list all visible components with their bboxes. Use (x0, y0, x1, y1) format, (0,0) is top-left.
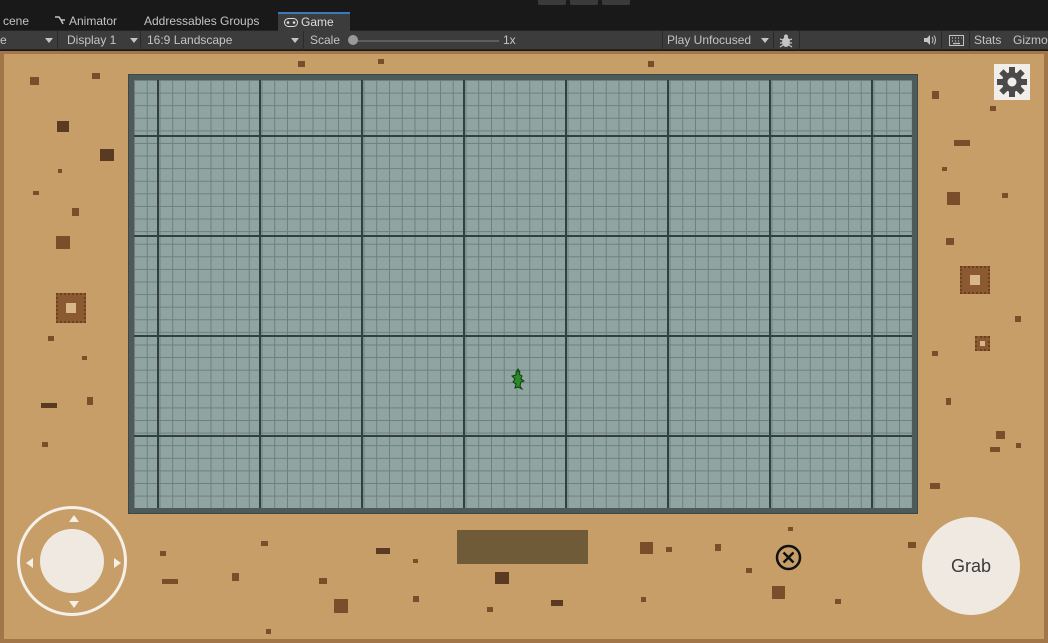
grab-button[interactable]: Grab (922, 517, 1020, 615)
step-button[interactable] (602, 0, 630, 5)
aspect-label: 16:9 Landscape (147, 33, 233, 47)
editor-tabs: cene Animator Addressables Groups Game (0, 12, 1048, 31)
stats-button[interactable]: Stats (974, 31, 1001, 50)
gamepad-icon (284, 15, 298, 31)
tab-label: Addressables Groups (144, 14, 260, 28)
bug-button[interactable] (774, 31, 800, 50)
floor-grid (134, 80, 912, 508)
play-button[interactable] (538, 0, 566, 5)
aspect-dropdown[interactable]: 16:9 Landscape (141, 31, 304, 50)
pause-button[interactable] (570, 0, 598, 5)
bug-icon (779, 34, 793, 48)
joystick-knob[interactable] (40, 529, 104, 593)
arrow-up-icon (69, 515, 79, 522)
scale-slider-handle[interactable] (348, 35, 358, 45)
game-view-type-dropdown[interactable]: e (0, 31, 58, 50)
tab-animator[interactable]: Animator (48, 12, 123, 31)
game-view[interactable]: Grab (0, 51, 1048, 643)
arrow-right-icon (114, 558, 121, 568)
shortcuts-button[interactable] (942, 31, 970, 50)
scale-slider-track[interactable] (351, 40, 499, 42)
tab-label: Animator (69, 14, 118, 28)
scale-value: 1x (503, 31, 663, 50)
game-view-type-label: e (0, 33, 7, 47)
unity-editor-window: cene Animator Addressables Groups Game e… (0, 0, 1048, 643)
title-strip (0, 0, 1048, 12)
tab-label: cene (3, 14, 30, 28)
play-mode-dropdown[interactable]: Play Unfocused (663, 31, 774, 50)
chevron-down-icon (45, 38, 53, 43)
keyboard-icon (949, 35, 964, 46)
animator-icon (54, 12, 66, 31)
tab-scene[interactable]: cene (0, 12, 35, 31)
tile-floor-arena (128, 74, 918, 514)
speaker-icon (924, 35, 936, 45)
display-label: Display 1 (67, 33, 117, 47)
arrow-left-icon (26, 558, 33, 568)
chevron-down-icon (291, 38, 299, 43)
arrow-down-icon (69, 601, 79, 608)
virtual-joystick[interactable] (17, 506, 127, 616)
play-mode-label: Play Unfocused (667, 33, 752, 47)
mute-audio-button[interactable] (916, 31, 942, 50)
gizmos-button[interactable]: Gizmo (1013, 31, 1048, 50)
game-view-toolbar: e Display 1 16:9 Landscape Scale 1x Play… (0, 31, 1048, 50)
tab-addressables-groups[interactable]: Addressables Groups (138, 12, 265, 31)
gear-icon[interactable] (994, 64, 1030, 100)
chevron-down-icon (761, 38, 769, 43)
item-slot-bar (457, 530, 588, 564)
scale-label: Scale (310, 33, 341, 47)
display-dropdown[interactable]: Display 1 (58, 31, 141, 50)
chevron-down-icon (130, 38, 138, 43)
circle-x-icon[interactable] (775, 544, 802, 571)
tab-game[interactable]: Game (278, 12, 350, 31)
tab-label: Game (301, 15, 334, 29)
lizard-icon[interactable] (509, 368, 527, 390)
